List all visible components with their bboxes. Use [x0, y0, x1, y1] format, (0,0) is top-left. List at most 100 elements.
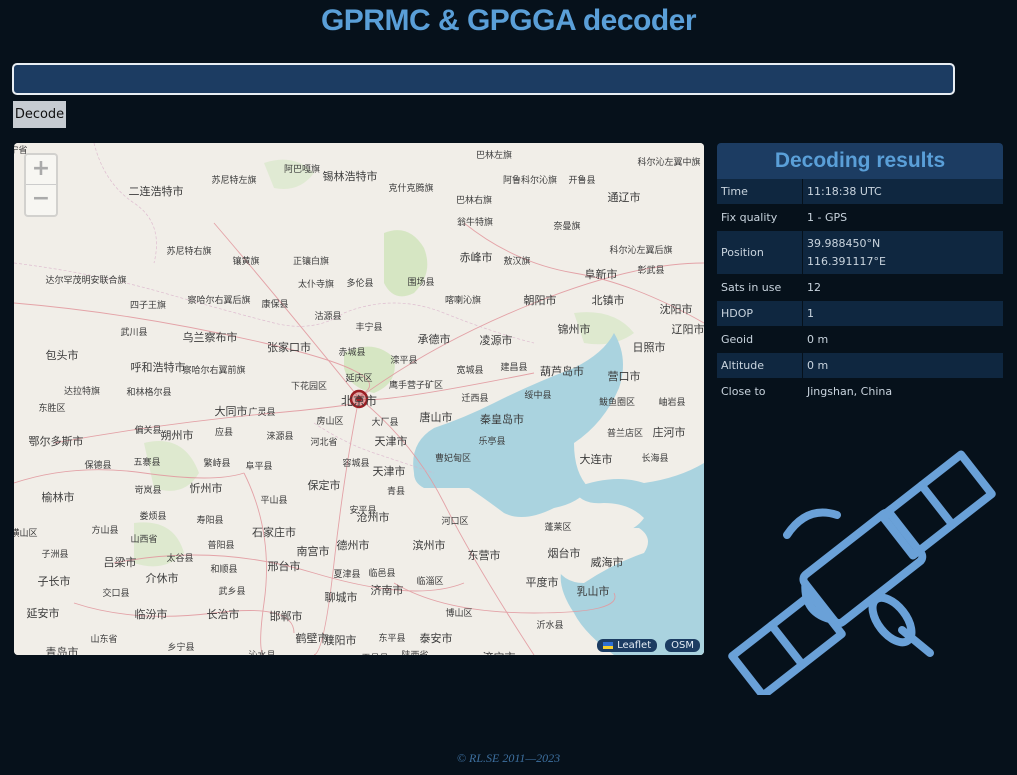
map-place-label: 天津市: [375, 434, 408, 448]
map-place-label: 夏津县: [333, 569, 360, 580]
map-place-label: 临汾市: [135, 607, 168, 621]
result-value: 12: [803, 275, 1003, 300]
map-place-label: 榆林市: [42, 490, 75, 504]
page-title: GPRMC & GPGGA decoder: [320, 4, 697, 37]
map-place-label: 威海市: [591, 555, 624, 569]
map-place-label: 乡宁县: [167, 641, 194, 653]
map-place-label: 容城县: [342, 457, 369, 469]
decode-button[interactable]: Decode: [13, 101, 66, 128]
map-place-label: 曹妃甸区: [435, 452, 471, 464]
map-place-label: 偏关县: [134, 424, 161, 436]
map-place-label: 日照市: [633, 340, 666, 354]
map-place-label: 察哈尔右翼后旗: [187, 294, 250, 306]
map-place-label: 沧州市: [357, 510, 390, 524]
map-place-label: 太谷县: [166, 552, 193, 564]
result-key: Close to: [717, 379, 803, 404]
map-place-label: 巴林左旗: [476, 149, 512, 161]
map-place-label: 临淄区: [416, 575, 443, 587]
map-place-label: 下花园区: [291, 380, 327, 392]
map-place-label: 承德市: [418, 332, 451, 346]
map-place-label: 泰安市: [420, 631, 453, 645]
map-place-label: 沈阳市: [660, 302, 693, 316]
ukraine-flag-icon: [603, 642, 614, 649]
map-place-label: 滨州市: [413, 538, 446, 552]
map-place-label: 武乡县: [218, 585, 245, 597]
zoom-out-button[interactable]: −: [26, 185, 56, 215]
map-place-label: 沁水县: [248, 649, 275, 655]
result-value-text: 0 m: [807, 333, 829, 346]
zoom-in-button[interactable]: +: [26, 155, 56, 185]
osm-attribution-link[interactable]: OSM: [665, 639, 700, 652]
result-value-text-2: 116.391117°E: [807, 254, 886, 268]
map-place-label: 滦平县: [390, 354, 417, 366]
map-place-label: 临邑县: [368, 567, 395, 579]
map-place-label: 阿巴嘎旗: [284, 163, 320, 175]
result-row-altitude: Altitude 0 m: [717, 353, 1003, 379]
decoding-results-panel: Decoding results Time 11:18:38 UTC Fix qua…: [717, 143, 1003, 405]
result-key: Position: [717, 231, 803, 274]
map-place-label: 涞源县: [266, 431, 293, 442]
map-place-label: 鄂尔多斯市: [29, 434, 84, 448]
map-place-label: 方山县: [91, 524, 118, 536]
map-place-label: 四子王旗: [130, 299, 166, 311]
map-place-label: 锦州市: [558, 322, 591, 336]
map-place-label: 赤峰市: [460, 250, 493, 264]
result-key: Geoid: [717, 327, 803, 352]
result-row-fix-quality: Fix quality 1 - GPS: [717, 205, 1003, 231]
map-place-label: 平山县: [260, 495, 287, 506]
map-place-label: 河口区: [441, 515, 468, 527]
map-place-label: 阜新市: [585, 267, 618, 281]
map-place-label: 武川县: [120, 326, 147, 338]
result-value: 11:18:38 UTC: [803, 179, 1003, 204]
result-value-text: 12: [807, 281, 821, 294]
result-row-sats-in-use: Sats in use 12: [717, 275, 1003, 301]
map-place-label: 奈曼旗: [553, 220, 580, 232]
map-place-label: 彰武县: [637, 264, 664, 276]
map-place-label: 南宫市: [297, 544, 330, 558]
map-place-label: 青岛市: [46, 645, 79, 655]
map-place-label: 康保县: [261, 298, 288, 310]
map-place-label: 敖汉旗: [503, 255, 530, 267]
leaflet-label: Leaflet: [617, 640, 652, 651]
result-value-text: 0 m: [807, 359, 829, 372]
map-place-label: 镶黄旗: [232, 255, 259, 267]
map-place-label: 多伦县: [346, 277, 373, 289]
map-place-label: 平度市: [526, 575, 559, 589]
nmea-sentence-input[interactable]: [12, 63, 955, 95]
map-place-label: 繁峙县: [203, 457, 230, 469]
map-place-label: 延庆区: [345, 372, 372, 384]
map-place-label: 东营市: [468, 548, 501, 562]
map-place-label: 德州市: [337, 538, 370, 552]
map-place-label: 平邑县: [361, 653, 388, 655]
map-place-label: 通辽市: [608, 190, 641, 204]
map-place-label: 鲅鱼圈区: [599, 396, 635, 408]
map-place-label: 阿鲁科尔沁旗: [503, 174, 557, 186]
map-place-label: 乌兰察布市: [183, 330, 238, 344]
map-place-label: 庄河市: [653, 425, 686, 439]
map-place-label: 开鲁县: [568, 174, 595, 186]
map-place-label: 巴林右旗: [456, 194, 492, 206]
map-place-label: 葫芦岛市: [540, 364, 584, 378]
map-place-label: 阜平县: [245, 460, 272, 472]
map-place-label: 唐山市: [420, 410, 453, 424]
map-place-label: 朝阳市: [524, 293, 557, 307]
map-place-label: 和顺县: [210, 564, 237, 575]
map-place-label: 辽阳市: [672, 322, 705, 336]
map-place-label: 石家庄市: [252, 525, 296, 539]
map-place-label: 北镇市: [592, 293, 625, 307]
map-place-label: 正镶白旗: [293, 255, 329, 267]
map-place-label: 包头市: [46, 348, 79, 362]
map-place-label: 长治市: [207, 607, 240, 621]
result-row-geoid: Geoid 0 m: [717, 327, 1003, 353]
map-place-label: 房山区: [316, 415, 343, 427]
map-place-label: 科尔沁左翼中旗: [637, 156, 700, 168]
map-place-label: 普阳县: [207, 539, 234, 551]
map-place-label: 济南市: [371, 583, 404, 597]
map-place-label: 博山区: [445, 607, 472, 619]
result-value: Jingshan, China: [803, 379, 1003, 404]
map-place-label: 延安市: [27, 606, 60, 620]
map-place-label: 陕西省: [401, 649, 428, 655]
map-view[interactable]: 巴林左旗 科尔沁左翼中旗 二连浩特市 苏尼特左旗 阿巴嘎旗 锡林浩特市 克什克腾旗 阿鲁科尔沁…: [14, 143, 704, 655]
map-place-label: 吕梁市: [104, 555, 137, 569]
leaflet-attribution-link[interactable]: Leaflet: [597, 639, 658, 652]
